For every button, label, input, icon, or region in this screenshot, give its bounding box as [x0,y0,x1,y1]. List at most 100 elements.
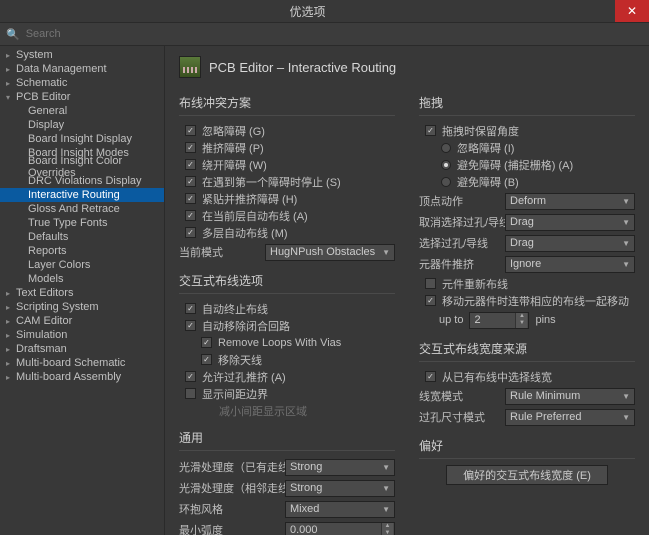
radio-ignore[interactable] [441,143,451,153]
sidebar-item-child[interactable]: DRC Violations Display [0,174,164,188]
search-input[interactable] [26,28,643,40]
sidebar-item-child[interactable]: Display [0,118,164,132]
search-icon: 🔍 [6,28,20,41]
sidebar-item-label: Display [28,119,64,131]
chevron-down-icon: ▼ [622,413,630,422]
chk-push[interactable] [185,142,196,153]
sidebar-item-label: Simulation [16,329,67,341]
chevron-down-icon: ▼ [382,505,390,514]
chevron-right-icon: ▸ [6,373,16,382]
section-general: 通用 [179,427,395,451]
sidebar-item-group[interactable]: ▸Text Editors [0,286,164,300]
select-hugstyle[interactable]: Mixed▼ [285,501,395,518]
select-current-mode[interactable]: HugNPush Obstacles▼ [265,244,395,261]
sidebar-item-group[interactable]: ▸Draftsman [0,342,164,356]
radio-avoid[interactable] [441,177,451,187]
sidebar-item-child[interactable]: Models [0,272,164,286]
select-widthmode[interactable]: Rule Minimum▼ [505,388,635,405]
chk-allowviapush[interactable] [185,371,196,382]
chevron-down-icon: ▼ [622,260,630,269]
radio-avoid-snap[interactable] [441,160,451,170]
sidebar-item-child[interactable]: Board Insight Display [0,132,164,146]
chevron-right-icon: ▸ [6,51,16,60]
chk-multiauto[interactable] [185,227,196,238]
chevron-down-icon: ▼ [382,248,390,257]
sidebar-item-child[interactable]: Gloss And Retrace [0,202,164,216]
sidebar-item-child[interactable]: General [0,104,164,118]
spin-minarc[interactable]: 0.000▲▼ [285,522,395,535]
chk-keepangle[interactable] [425,125,436,136]
sidebar-item-label: Reports [28,245,67,257]
chevron-right-icon: ▸ [6,317,16,326]
chevron-right-icon: ▸ [6,331,16,340]
spin-upto[interactable]: 2▲▼ [469,312,529,329]
section-widthsrc: 交互式布线宽度来源 [419,338,635,362]
chevron-down-icon: ▼ [622,218,630,227]
select-comppush[interactable]: Ignore▼ [505,256,635,273]
select-unselvia[interactable]: Drag▼ [505,214,635,231]
page-icon [179,56,201,78]
sidebar-item-label: Text Editors [16,287,73,299]
sidebar-item-group[interactable]: ▸Simulation [0,328,164,342]
sidebar-item-label: PCB Editor [16,91,70,103]
section-interactive: 交互式布线选项 [179,270,395,294]
chevron-right-icon: ▸ [6,79,16,88]
chk-movewith[interactable] [425,295,436,306]
chevron-down-icon: ▼ [622,239,630,248]
chevron-right-icon: ▸ [6,345,16,354]
sidebar-item-group[interactable]: ▸Schematic [0,76,164,90]
sidebar-item-child[interactable]: Board Insight Color Overrides [0,160,164,174]
sidebar-item-group[interactable]: ▸Multi-board Assembly [0,370,164,384]
content-panel: PCB Editor – Interactive Routing 布线冲突方案 … [165,46,649,535]
chevron-right-icon: ▸ [6,289,16,298]
sidebar-item-child[interactable]: Layer Colors [0,258,164,272]
select-gloss-adj[interactable]: Strong▼ [285,480,395,497]
select-viasize[interactable]: Rule Preferred▼ [505,409,635,426]
sidebar-item-child[interactable]: True Type Fonts [0,216,164,230]
sidebar-item-label: Multi-board Schematic [16,357,125,369]
btn-fav-width[interactable]: 偏好的交互式布线宽度 (E) [446,465,608,485]
sidebar-item-label: Defaults [28,231,68,243]
sidebar-item-group[interactable]: ▸Multi-board Schematic [0,356,164,370]
chk-rmant[interactable] [201,354,212,365]
chevron-down-icon: ▾ [6,93,16,102]
chk-fromexisting[interactable] [425,371,436,382]
chevron-right-icon: ▸ [6,359,16,368]
sidebar-item-label: System [16,49,53,61]
title-bar: 优选项 ✕ [0,0,649,22]
sidebar-item-group[interactable]: ▾PCB Editor [0,90,164,104]
chevron-down-icon: ▼ [622,392,630,401]
sidebar-item-label: Models [28,273,63,285]
sidebar-item-label: CAM Editor [16,315,72,327]
chk-autocur[interactable] [185,210,196,221]
chk-autormloop[interactable] [185,320,196,331]
sidebar-item-label: General [28,105,67,117]
chk-rmloopvias[interactable] [201,337,212,348]
select-gloss-exist[interactable]: Strong▼ [285,459,395,476]
chk-walk[interactable] [185,159,196,170]
chk-autoend[interactable] [185,303,196,314]
sidebar-item-group[interactable]: ▸CAM Editor [0,314,164,328]
sidebar-item-group[interactable]: ▸Data Management [0,62,164,76]
sidebar-item-child[interactable]: Defaults [0,230,164,244]
chk-stopfirst[interactable] [185,176,196,187]
sidebar-item-label: Multi-board Assembly [16,371,121,383]
chk-reroute[interactable] [425,278,436,289]
chk-hug[interactable] [185,193,196,204]
select-vertex[interactable]: Deform▼ [505,193,635,210]
window-title: 优选项 [0,3,615,20]
sidebar-item-label: True Type Fonts [28,217,107,229]
search-bar[interactable]: 🔍 [0,22,649,46]
page-title: PCB Editor – Interactive Routing [209,60,396,75]
sidebar-item-label: Board Insight Display [28,133,132,145]
sidebar-item-group[interactable]: ▸System [0,48,164,62]
sidebar-item-label: DRC Violations Display [28,175,142,187]
sidebar-item-child[interactable]: Interactive Routing [0,188,164,202]
close-button[interactable]: ✕ [615,0,649,22]
sidebar-item-child[interactable]: Reports [0,244,164,258]
chk-ignore[interactable] [185,125,196,136]
chevron-down-icon: ▼ [382,484,390,493]
sidebar-item-group[interactable]: ▸Scripting System [0,300,164,314]
chk-showgap[interactable] [185,388,196,399]
select-seltrack[interactable]: Drag▼ [505,235,635,252]
